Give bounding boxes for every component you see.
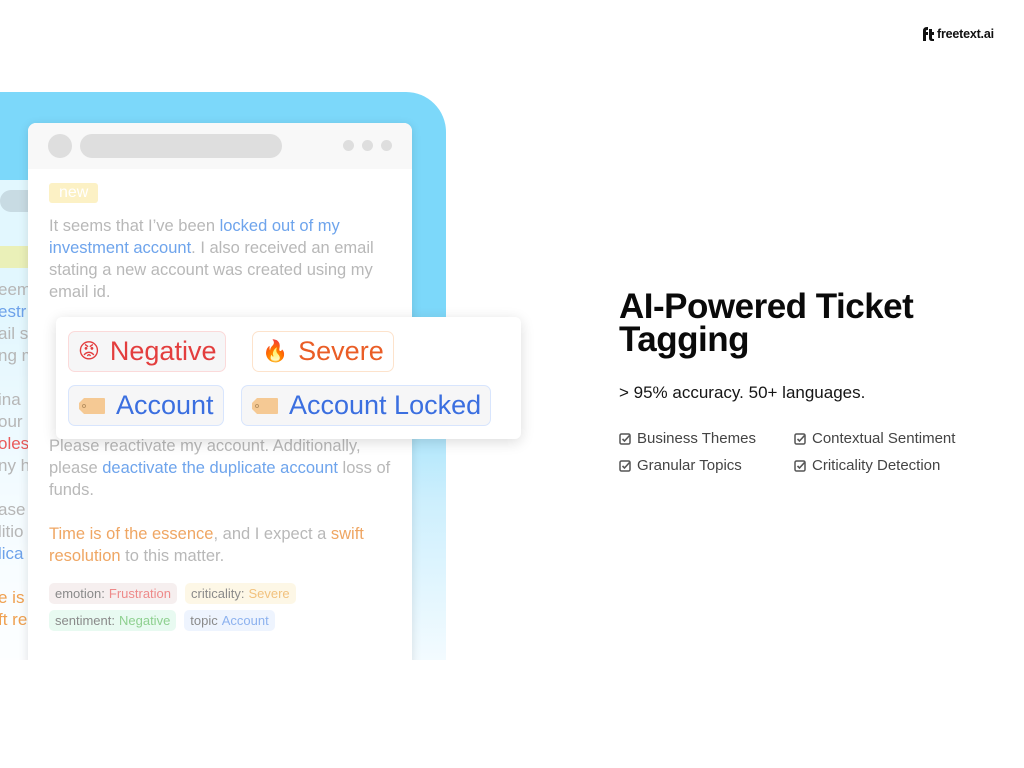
ticket-paragraph-3: Time is of the essence, and I expect a s… — [49, 523, 391, 567]
chip-value: Severe — [248, 586, 290, 601]
ft-logo-icon — [923, 27, 934, 41]
background-text-line: ail s — [0, 324, 29, 343]
text: It seems that I’ve been — [49, 217, 220, 235]
topic-chip[interactable]: topic Account — [184, 610, 275, 631]
feature-list: Business Themes Contextual Sentiment Gra… — [619, 430, 994, 474]
background-text-line: ny h — [0, 456, 31, 475]
page-subtitle: > 95% accuracy. 50+ languages. — [619, 383, 866, 402]
chip-key: emotion: — [55, 586, 105, 601]
tag-negative[interactable]: 😡 Negative — [68, 331, 227, 372]
background-text-line: ft re — [0, 610, 28, 629]
tag-severe[interactable]: 🔥 Severe — [252, 331, 394, 372]
feature-label: Criticality Detection — [812, 457, 941, 474]
criticality-chip[interactable]: criticality: Severe — [185, 583, 296, 604]
avatar-placeholder — [48, 134, 72, 158]
tag-label: Account Locked — [289, 390, 482, 420]
checkbox-checked-icon — [619, 432, 631, 445]
emotion-chip[interactable]: emotion: Frustration — [49, 583, 178, 604]
tag-label: Negative — [109, 336, 217, 366]
feature-label: Granular Topics — [637, 457, 742, 474]
background-text-line: e is — [0, 588, 25, 607]
ticket-chips: emotion: Frustration criticality: Severe s… — [49, 583, 349, 631]
subject-placeholder — [80, 134, 282, 158]
ticket-paragraph-2: Please reactivate my account. Additional… — [49, 435, 391, 501]
sentiment-chip[interactable]: sentiment: Negative — [49, 610, 177, 631]
tag-popover: 😡 Negative 🔥 Severe Account Account Lock… — [56, 317, 521, 439]
feature-item: Business Themes — [619, 430, 794, 447]
chip-value: Account — [221, 613, 269, 628]
text: to this matter. — [120, 547, 225, 565]
text: , and I expect a — [213, 525, 331, 543]
chip-value: Negative — [118, 613, 171, 628]
chip-value: Frustration — [108, 586, 172, 601]
dot-icon — [362, 140, 373, 151]
fire-icon: 🔥 — [262, 340, 289, 363]
tag-account-locked[interactable]: Account Locked — [241, 385, 492, 426]
dot-icon — [343, 140, 354, 151]
highlight-topic: deactivate the duplicate account — [102, 459, 338, 477]
background-text-line: ina — [0, 390, 21, 409]
dot-icon — [381, 140, 392, 151]
brand-name: freetext.ai — [937, 27, 994, 41]
ticket-card-header — [28, 123, 412, 169]
feature-item: Contextual Sentiment — [794, 430, 994, 447]
tag-account[interactable]: Account — [68, 385, 224, 426]
feature-label: Business Themes — [637, 430, 756, 447]
background-text-line: our — [0, 412, 23, 431]
background-text-line: lica — [0, 544, 24, 563]
background-text-line: litio — [0, 522, 24, 541]
checkbox-checked-icon — [619, 459, 631, 472]
price-tag-icon — [79, 397, 105, 414]
price-tag-icon — [252, 397, 278, 414]
tag-label: Account — [116, 390, 214, 420]
tag-label: Severe — [298, 336, 384, 366]
chip-key: sentiment: — [55, 613, 115, 628]
highlight-criticality: Time is of the essence — [49, 525, 214, 543]
brand-logo[interactable]: freetext.ai — [922, 26, 994, 42]
feature-item: Criticality Detection — [794, 457, 994, 474]
background-text-line: ase — [0, 500, 26, 519]
chip-key: criticality: — [191, 586, 245, 601]
background-text-line: oles — [0, 434, 30, 453]
page-title: AI-Powered Ticket Tagging — [619, 287, 914, 359]
feature-label: Contextual Sentiment — [812, 430, 956, 447]
chip-key: topic — [190, 613, 218, 628]
new-badge: new — [49, 183, 99, 203]
checkbox-checked-icon — [794, 459, 806, 472]
checkbox-checked-icon — [794, 432, 806, 445]
angry-face-icon: 😡 — [78, 340, 100, 363]
background-text-line: eem — [0, 280, 32, 299]
more-options-icon[interactable] — [343, 140, 392, 151]
feature-item: Granular Topics — [619, 457, 794, 474]
ticket-paragraph-1: It seems that I’ve been locked out of my… — [49, 215, 391, 303]
background-text-line: estr — [0, 302, 27, 321]
